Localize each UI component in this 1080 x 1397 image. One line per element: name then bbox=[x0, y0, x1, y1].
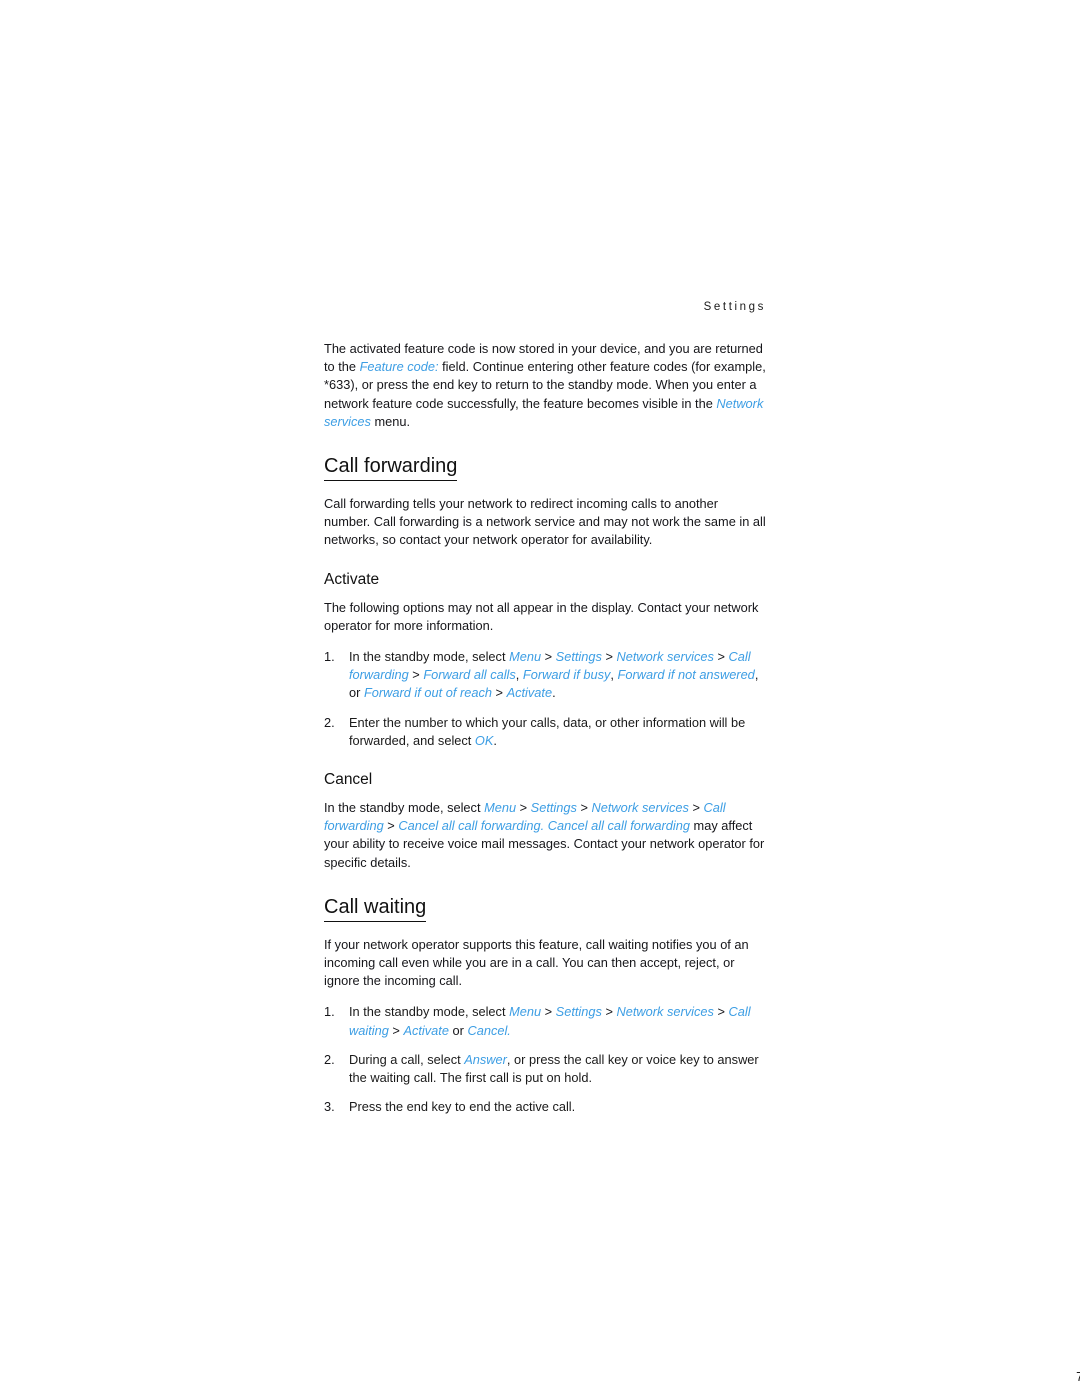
page-content-column: Settings The activated feature code is n… bbox=[324, 300, 1080, 1384]
path-separator: > bbox=[601, 1004, 617, 1020]
page-number: 71 bbox=[1076, 1370, 1080, 1384]
ui-label-network-services: Network services bbox=[616, 1004, 714, 1020]
cancel-text-lead: In the standby mode, select bbox=[324, 800, 485, 816]
activate-intro: The following options may not all appear… bbox=[324, 599, 759, 633]
heading-call-forwarding: Call forwarding bbox=[324, 453, 458, 482]
step-text: Press the end key to end the active call… bbox=[349, 1099, 576, 1115]
step-text-lead: In the standby mode, select bbox=[349, 649, 510, 665]
ui-label-answer: Answer bbox=[464, 1051, 507, 1067]
path-separator: > bbox=[516, 800, 531, 816]
ui-label-activate: Activate bbox=[506, 685, 553, 701]
ui-label-forward-all-calls: Forward all calls bbox=[423, 667, 516, 683]
path-separator: > bbox=[713, 649, 729, 665]
step-number: 2. bbox=[324, 714, 335, 730]
heading-call-waiting: Call waiting bbox=[324, 894, 427, 922]
path-separator: > bbox=[541, 1004, 556, 1020]
sentence-period: . bbox=[552, 685, 556, 701]
call-forwarding-intro: Call forwarding tells your network to re… bbox=[324, 496, 766, 548]
step-text-lead: In the standby mode, select bbox=[349, 1004, 510, 1020]
intro-paragraph: The activated feature code is now stored… bbox=[324, 340, 766, 431]
ui-label-ok: OK bbox=[474, 732, 494, 748]
step-number: 1. bbox=[324, 649, 335, 665]
ui-label-network-services: Network services bbox=[616, 649, 714, 665]
cancel-paragraph: In the standby mode, select Menu > Setti… bbox=[324, 799, 766, 872]
path-separator: > bbox=[688, 800, 704, 816]
step-number: 2. bbox=[324, 1051, 335, 1067]
call-waiting-steps-list: 1. In the standby mode, select Menu > Set… bbox=[324, 1003, 766, 1116]
path-separator: > bbox=[491, 685, 507, 701]
ui-label-forward-if-busy: Forward if busy bbox=[522, 667, 611, 683]
list-item: 2. Enter the number to which your calls, … bbox=[324, 714, 766, 750]
path-separator: > bbox=[576, 800, 592, 816]
ui-label-cancel: Cancel. bbox=[467, 1022, 511, 1038]
step-number: 3. bbox=[324, 1099, 335, 1115]
ui-label-cancel-all-call-forwarding: Cancel all call forwarding. bbox=[398, 818, 545, 834]
call-waiting-intro: If your network operator supports this f… bbox=[324, 936, 749, 989]
call-waiting-heading-wrap: Call waiting bbox=[324, 872, 766, 936]
list-item: 1. In the standby mode, select Menu > Set… bbox=[324, 1003, 766, 1039]
step-number: 1. bbox=[324, 1004, 335, 1020]
path-separator: > bbox=[383, 818, 399, 834]
heading-cancel: Cancel bbox=[324, 771, 373, 789]
path-separator: > bbox=[541, 649, 556, 665]
ui-label-menu: Menu bbox=[484, 800, 517, 816]
path-separator: > bbox=[388, 1022, 404, 1038]
ui-label-menu: Menu bbox=[509, 649, 542, 665]
ui-label-settings: Settings bbox=[530, 800, 577, 816]
activate-steps-list: 1. In the standby mode, select Menu > Set… bbox=[324, 648, 766, 750]
ui-label-cancel-all-call-forwarding-2: Cancel all call forwarding bbox=[547, 818, 690, 834]
running-head: Settings bbox=[703, 301, 766, 313]
list-item: 3. Press the end key to end the active ca… bbox=[324, 1098, 766, 1116]
intro-text-3: menu. bbox=[370, 413, 411, 429]
sentence-period: . bbox=[493, 732, 497, 748]
ui-label-forward-if-not-answered: Forward if not answered bbox=[617, 667, 755, 683]
step-text-lead: During a call, select bbox=[349, 1051, 465, 1067]
heading-activate: Activate bbox=[324, 570, 380, 588]
call-forwarding-heading-wrap: Call forwarding bbox=[324, 431, 766, 495]
ui-label-network-services: Network services bbox=[591, 800, 689, 816]
list-item: 1. In the standby mode, select Menu > Set… bbox=[324, 648, 766, 703]
list-separator: , bbox=[610, 667, 618, 683]
path-separator: > bbox=[601, 649, 617, 665]
list-separator: , bbox=[515, 667, 523, 683]
ui-label-settings: Settings bbox=[555, 1004, 602, 1020]
ui-label-feature-code: Feature code: bbox=[359, 359, 439, 375]
list-item: 2. During a call, select Answer, or press… bbox=[324, 1051, 766, 1087]
ui-label-settings: Settings bbox=[555, 649, 602, 665]
ui-label-activate: Activate bbox=[403, 1022, 449, 1038]
conjunction-or: or bbox=[448, 1022, 468, 1038]
step-text-lead: Enter the number to which your calls, da… bbox=[349, 714, 746, 748]
path-separator: > bbox=[408, 667, 424, 683]
path-separator: > bbox=[713, 1004, 729, 1020]
ui-label-forward-if-out-of-reach: Forward if out of reach bbox=[363, 685, 492, 701]
manual-page: Settings The activated feature code is n… bbox=[0, 0, 1080, 1397]
ui-label-menu: Menu bbox=[509, 1004, 542, 1020]
